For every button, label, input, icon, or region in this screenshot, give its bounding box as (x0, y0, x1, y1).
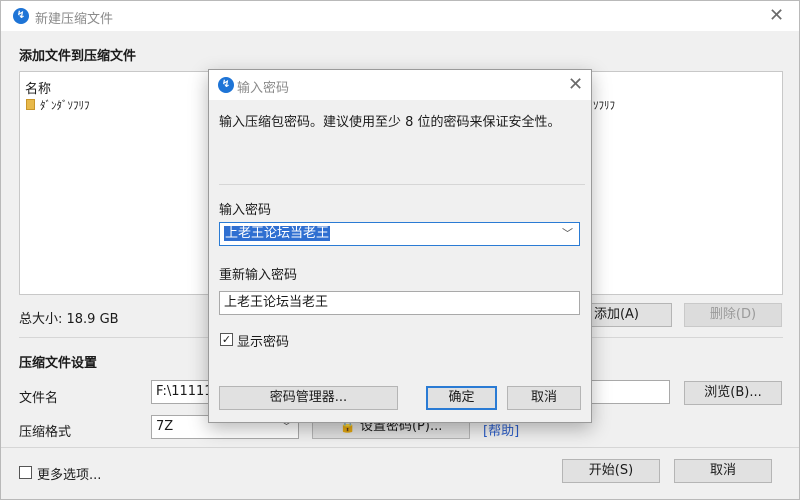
main-close-icon[interactable]: ✕ (769, 7, 784, 25)
archive-settings-heading: 压缩文件设置 (19, 356, 98, 371)
dialog-divider (219, 184, 585, 185)
main-cancel-button[interactable]: 取消 (674, 459, 772, 483)
footer-divider (1, 447, 799, 448)
dialog-instruction: 输入压缩包密码。建议使用至少 8 位的密码来保证安全性。 (219, 115, 561, 130)
more-options-label[interactable]: 更多选项... (37, 464, 101, 483)
format-label: 压缩格式 (19, 425, 72, 440)
bandizip-logo-icon: ↯ (218, 77, 234, 93)
dialog-title: 输入密码 (237, 81, 290, 96)
format-select-value: 7Z (156, 419, 174, 434)
password-dialog: ↯ 输入密码 ✕ 输入压缩包密码。建议使用至少 8 位的密码来保证安全性。 输入… (208, 69, 592, 423)
add-files-heading: 添加文件到压缩文件 (19, 49, 137, 64)
dialog-cancel-button[interactable]: 取消 (507, 386, 581, 410)
list-item[interactable]: ﾀﾞﾝﾀﾞｿﾌﾘﾌ (40, 97, 90, 113)
bandizip-logo-icon: ↯ (13, 8, 29, 24)
total-size-label: 总大小: 18.9 GB (19, 312, 119, 327)
more-options-checkbox[interactable] (19, 466, 32, 479)
filename-label: 文件名 (19, 391, 59, 406)
password-manager-button[interactable]: 密码管理器... (219, 386, 398, 410)
start-button[interactable]: 开始(S) (562, 459, 660, 483)
browse-button[interactable]: 浏览(B)... (684, 381, 782, 405)
show-password-label[interactable]: 显示密码 (237, 331, 289, 350)
show-password-checkbox[interactable]: ✓ (220, 333, 233, 346)
list-item-partial[interactable]: ｿﾌﾘﾌ (593, 97, 615, 113)
confirm-password-label: 重新输入密码 (219, 268, 298, 283)
dialog-titlebar: ↯ 输入密码 ✕ (209, 70, 591, 100)
password-input[interactable]: 上老王论坛当老王 ﹀ (219, 222, 580, 246)
password-label: 输入密码 (219, 203, 272, 218)
ok-button[interactable]: 确定 (426, 386, 497, 410)
column-header-name[interactable]: 名称 (25, 78, 51, 97)
chevron-down-icon[interactable]: ﹀ (562, 223, 573, 245)
main-titlebar: ↯ 新建压缩文件 ✕ (1, 1, 799, 31)
folder-icon (26, 99, 35, 110)
delete-button[interactable]: 删除(D) (684, 303, 782, 327)
main-window-title: 新建压缩文件 (35, 12, 114, 27)
confirm-password-input[interactable]: 上老王论坛当老王 (219, 291, 580, 315)
password-input-value: 上老王论坛当老王 (224, 226, 331, 241)
dialog-close-icon[interactable]: ✕ (568, 76, 583, 94)
